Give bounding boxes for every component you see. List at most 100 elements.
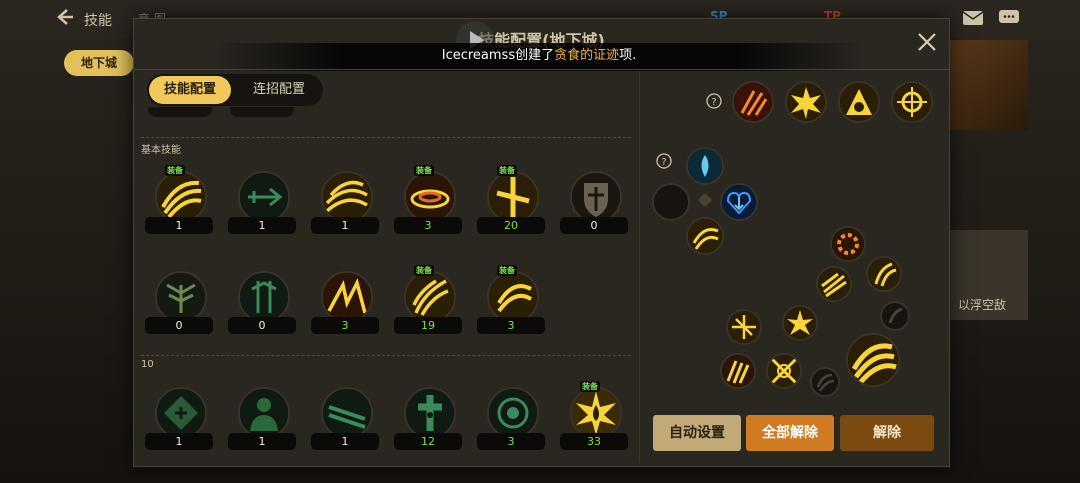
claw-icon[interactable] <box>866 256 902 292</box>
skill-slot[interactable]: 装备 3 <box>394 165 462 241</box>
skill-config-panel: 技能配置(地下城) Icecreamss创建了贪食的证迹项. 技能配置 连招配置… <box>133 18 950 467</box>
close-icon[interactable] <box>916 31 938 53</box>
sword-skill-icon <box>238 171 290 223</box>
notice-prefix: Icecreamss创建了 <box>441 48 555 63</box>
spark-burst-icon[interactable] <box>838 81 880 123</box>
muscle-icon <box>238 387 290 439</box>
equip-badge: 装备 <box>414 265 434 276</box>
skill-slot[interactable]: 1 <box>228 169 296 241</box>
skill-slot[interactable]: 装备 3 <box>477 265 545 341</box>
skill-level: 0 <box>228 317 296 334</box>
remove-button[interactable]: 解除 <box>840 415 934 451</box>
wave-skill-icon <box>321 171 373 223</box>
skill-slot[interactable]: 1 <box>228 385 296 457</box>
water-skill-icon[interactable] <box>686 147 724 185</box>
ultimate-slash-icon[interactable] <box>846 333 900 387</box>
divider <box>141 137 631 138</box>
skill-slot[interactable]: 0 <box>560 169 628 241</box>
divider <box>134 69 949 70</box>
swords-icon <box>238 271 290 323</box>
fire-rain-icon[interactable] <box>720 353 756 389</box>
sun-burst-icon[interactable] <box>830 226 866 262</box>
skill-level: 0 <box>145 317 213 334</box>
skill-slot[interactable]: 3 <box>311 269 379 341</box>
nova-icon[interactable] <box>782 305 818 341</box>
skill-slot[interactable]: 装备 19 <box>394 265 462 341</box>
chat-icon[interactable] <box>998 9 1020 27</box>
section-label-basic: 基本技能 <box>141 145 181 156</box>
notice-banner: Icecreamss创建了贪食的证迹项. <box>214 43 864 71</box>
tab-bar: 技能配置 连招配置 <box>147 74 323 106</box>
skill-slot[interactable]: 装备 33 <box>560 381 628 457</box>
auto-config-button[interactable]: 自动设置 <box>653 415 741 451</box>
skill-slot[interactable]: 3 <box>477 385 545 457</box>
divider <box>141 355 631 356</box>
skill-level: 0 <box>560 217 628 234</box>
slash-skill-icon <box>155 171 207 223</box>
cross-slash-icon <box>487 171 539 223</box>
spin-skill-icon <box>404 171 456 223</box>
side-tab-dungeon[interactable]: 地下城 <box>64 50 134 76</box>
equip-badge: 装备 <box>414 165 434 176</box>
equip-badge: 装备 <box>497 265 517 276</box>
skill-level: 3 <box>477 433 545 450</box>
eye-icon <box>487 387 539 439</box>
diamond-icon <box>698 193 712 207</box>
slash-arc-icon[interactable] <box>686 217 724 255</box>
skill-slot[interactable]: 1 <box>311 385 379 457</box>
shield-icon <box>570 171 622 223</box>
skill-level: 1 <box>228 433 296 450</box>
star-slash-icon[interactable] <box>726 309 762 345</box>
skill-slot[interactable]: 1 <box>145 385 213 457</box>
wind-slash-icon[interactable] <box>816 266 852 302</box>
back-arrow-icon[interactable] <box>56 8 74 26</box>
blade-icon <box>321 387 373 439</box>
help-icon[interactable]: ? <box>656 153 672 169</box>
skill-level: 3 <box>394 217 462 234</box>
rune-icon[interactable] <box>891 81 933 123</box>
skill-slot[interactable]: 装备 20 <box>477 165 545 241</box>
skill-level: 33 <box>560 433 628 450</box>
scroll-stub <box>148 107 212 117</box>
help-icon[interactable]: ? <box>706 93 722 109</box>
flame-claw-icon[interactable] <box>732 81 774 123</box>
empty-slot-icon[interactable] <box>652 183 690 221</box>
skill-level: 12 <box>394 433 462 450</box>
burst-slash-icon <box>404 271 456 323</box>
explosion-icon[interactable] <box>785 81 827 123</box>
svg-text:?: ? <box>661 157 666 168</box>
crossed-blades-icon[interactable] <box>766 353 802 389</box>
tab-combo-config[interactable]: 连招配置 <box>239 76 319 104</box>
notice-suffix: 项. <box>619 48 637 63</box>
locked-skill-icon[interactable] <box>810 367 840 397</box>
remove-all-button[interactable]: 全部解除 <box>746 415 834 451</box>
scroll-stub <box>230 107 294 117</box>
drop-burst-icon <box>570 387 622 439</box>
flame-slash-icon <box>321 271 373 323</box>
section-label-level: 10 <box>141 359 154 370</box>
skill-level: 20 <box>477 217 545 234</box>
svg-text:?: ? <box>711 97 716 108</box>
wings-icon <box>155 271 207 323</box>
book-icon <box>155 387 207 439</box>
background-image <box>948 40 1028 130</box>
skill-slot[interactable]: 12 <box>394 385 462 457</box>
skill-slot[interactable]: 0 <box>228 269 296 341</box>
divider <box>639 71 640 463</box>
notice-highlight: 贪食的证迹 <box>554 48 620 63</box>
heart-arrow-icon[interactable] <box>720 183 758 221</box>
skill-level: 1 <box>145 433 213 450</box>
holy-cross-icon <box>404 387 456 439</box>
skill-level: 1 <box>311 433 379 450</box>
skill-level: 3 <box>477 317 545 334</box>
locked-skill-icon[interactable] <box>880 301 910 331</box>
skill-slot[interactable]: 1 <box>311 169 379 241</box>
skill-level: 1 <box>228 217 296 234</box>
skill-slot[interactable]: 装备 1 <box>145 165 213 241</box>
skill-slot[interactable]: 0 <box>145 269 213 341</box>
equip-badge: 装备 <box>580 381 600 392</box>
skill-level: 3 <box>311 317 379 334</box>
skill-level: 19 <box>394 317 462 334</box>
tab-skill-config[interactable]: 技能配置 <box>149 76 231 104</box>
mail-icon[interactable] <box>962 9 984 27</box>
